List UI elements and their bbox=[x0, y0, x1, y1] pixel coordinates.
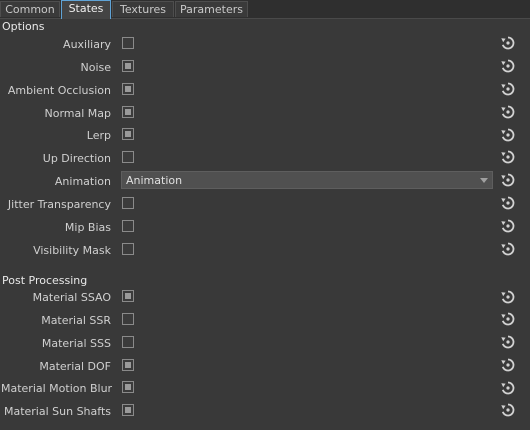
animation-dropdown[interactable]: Animation bbox=[121, 171, 493, 189]
auxiliary-label: Auxiliary bbox=[63, 38, 111, 51]
up-direction-label: Up Direction bbox=[42, 152, 111, 165]
reset-button[interactable] bbox=[500, 81, 516, 97]
jitter-transparency-checkbox[interactable] bbox=[122, 197, 134, 209]
material-dof-checkbox[interactable] bbox=[122, 359, 134, 371]
reset-button[interactable] bbox=[500, 334, 516, 350]
reset-icon bbox=[500, 196, 516, 214]
reset-button[interactable] bbox=[500, 311, 516, 327]
mip-bias-label: Mip Bias bbox=[64, 221, 111, 234]
reset-button[interactable] bbox=[500, 172, 516, 188]
reset-icon bbox=[500, 82, 516, 100]
reset-button[interactable] bbox=[500, 58, 516, 74]
reset-button[interactable] bbox=[500, 289, 516, 305]
ambient-occlusion-checkbox[interactable] bbox=[122, 83, 134, 95]
reset-icon bbox=[500, 36, 516, 54]
reset-icon bbox=[500, 242, 516, 260]
reset-button[interactable] bbox=[500, 218, 516, 234]
tab-states[interactable]: States bbox=[61, 0, 111, 19]
reset-icon bbox=[500, 290, 516, 308]
reset-icon bbox=[500, 128, 516, 146]
lerp-checkbox[interactable] bbox=[122, 128, 134, 140]
reset-icon bbox=[500, 335, 516, 353]
material-sun-shafts-label: Material Sun Shafts bbox=[3, 405, 111, 418]
animation-dropdown-value: Animation bbox=[126, 174, 183, 187]
reset-button[interactable] bbox=[500, 380, 516, 396]
material-ssr-checkbox[interactable] bbox=[122, 313, 134, 325]
reset-button[interactable] bbox=[500, 149, 516, 165]
normal-map-checkbox[interactable] bbox=[122, 106, 134, 118]
reset-button[interactable] bbox=[500, 357, 516, 373]
material-dof-label: Material DOF bbox=[39, 360, 111, 373]
visibility-mask-label: Visibility Mask bbox=[33, 244, 111, 257]
jitter-transparency-label: Jitter Transparency bbox=[7, 198, 111, 211]
reset-icon bbox=[500, 312, 516, 330]
reset-icon bbox=[500, 358, 516, 376]
material-ssao-label: Material SSAO bbox=[32, 291, 111, 304]
material-ssao-checkbox[interactable] bbox=[122, 290, 134, 302]
mip-bias-checkbox[interactable] bbox=[122, 220, 134, 232]
material-sss-checkbox[interactable] bbox=[122, 336, 134, 348]
material-sss-label: Material SSS bbox=[41, 337, 111, 350]
tab-parameters[interactable]: Parameters bbox=[175, 1, 248, 17]
reset-icon bbox=[500, 219, 516, 237]
material-sun-shafts-checkbox[interactable] bbox=[122, 404, 134, 416]
reset-button[interactable] bbox=[500, 402, 516, 418]
reset-icon bbox=[500, 105, 516, 123]
reset-icon bbox=[500, 150, 516, 168]
reset-icon bbox=[500, 403, 516, 421]
reset-button[interactable] bbox=[500, 127, 516, 143]
tab-textures[interactable]: Textures bbox=[112, 1, 174, 17]
noise-checkbox[interactable] bbox=[122, 60, 134, 72]
visibility-mask-checkbox[interactable] bbox=[122, 243, 134, 255]
lerp-label: Lerp bbox=[86, 129, 111, 142]
reset-icon bbox=[500, 59, 516, 77]
reset-button[interactable] bbox=[500, 104, 516, 120]
reset-button[interactable] bbox=[500, 35, 516, 51]
reset-button[interactable] bbox=[500, 241, 516, 257]
up-direction-checkbox[interactable] bbox=[122, 151, 134, 163]
reset-icon bbox=[500, 381, 516, 399]
options-section-title: Options bbox=[2, 20, 45, 33]
post-processing-section-title: Post Processing bbox=[2, 274, 88, 287]
material-motion-blur-label: Material Motion Blur bbox=[1, 382, 113, 395]
reset-button[interactable] bbox=[500, 195, 516, 211]
tab-common[interactable]: Common bbox=[0, 1, 60, 17]
tab-bar: Common States Textures Parameters bbox=[0, 0, 530, 19]
animation-label: Animation bbox=[54, 175, 111, 188]
normal-map-label: Normal Map bbox=[44, 107, 111, 120]
noise-label: Noise bbox=[80, 61, 111, 74]
ambient-occlusion-label: Ambient Occlusion bbox=[7, 84, 111, 97]
chevron-down-icon bbox=[480, 178, 488, 183]
material-ssr-label: Material SSR bbox=[41, 314, 111, 327]
auxiliary-checkbox[interactable] bbox=[122, 37, 134, 49]
reset-icon bbox=[500, 173, 516, 191]
material-motion-blur-checkbox[interactable] bbox=[122, 381, 134, 393]
